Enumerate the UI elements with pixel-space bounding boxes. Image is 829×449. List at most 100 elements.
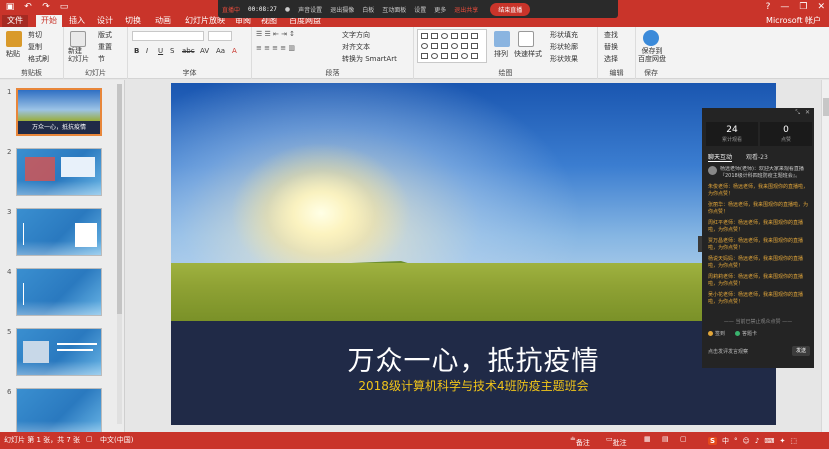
settings-button[interactable]: 设置 xyxy=(414,5,426,14)
minimize-icon[interactable]: — xyxy=(780,1,789,13)
smartart-button[interactable]: 转换为 SmartArt xyxy=(342,54,397,64)
chat-collapse-handle[interactable] xyxy=(698,236,702,252)
change-case-button[interactable]: Aa xyxy=(216,47,225,55)
undo-icon[interactable]: ↶ xyxy=(22,1,34,13)
sound-settings-button[interactable]: 声音设置 xyxy=(298,5,322,14)
tab-transitions[interactable]: 切换 xyxy=(120,15,146,27)
text-direction-button[interactable]: 文字方向 xyxy=(342,30,370,40)
punctuation-icon[interactable]: ° xyxy=(734,437,738,445)
skin-icon[interactable]: ⬚ xyxy=(790,437,797,445)
end-live-button[interactable]: 结束直播 xyxy=(490,2,531,16)
align-icons[interactable]: ≡ ≡ ≡ ≡ ▥ xyxy=(256,44,295,52)
strikethrough-button[interactable]: abc xyxy=(182,47,195,55)
font-size-combo[interactable] xyxy=(208,31,232,41)
help-icon[interactable]: ? xyxy=(766,1,771,13)
sogou-ime-icon[interactable]: S xyxy=(708,436,718,445)
keyboard-icon[interactable]: ⌨ xyxy=(764,437,774,445)
tab-animations[interactable]: 动画 xyxy=(150,15,176,27)
slide-title[interactable]: 万众一心，抵抗疫情 xyxy=(171,339,776,378)
underline-button[interactable]: U xyxy=(158,47,163,55)
mic-icon[interactable]: ● xyxy=(285,6,290,13)
cut-button[interactable]: 剪切 xyxy=(28,30,42,40)
select-button[interactable]: 选择 xyxy=(604,54,618,64)
arrange-button[interactable]: 排列 xyxy=(494,49,508,59)
shape-effects-button[interactable]: 形状效果 xyxy=(550,54,578,64)
clipboard-label: 剪贴板 xyxy=(21,69,42,77)
tab-file[interactable]: 文件 xyxy=(2,15,28,27)
comments-button[interactable]: ▭ 批注 xyxy=(606,435,627,447)
tab-chat[interactable]: 聊天互动 xyxy=(708,152,733,162)
quick-styles-icon[interactable] xyxy=(518,31,534,47)
tab-viewers[interactable]: 观看-23 xyxy=(746,152,768,162)
quick-styles-button[interactable]: 快速样式 xyxy=(514,49,542,59)
slideshow-icon[interactable]: ▭ xyxy=(58,1,70,13)
slide-thumbnail-2[interactable] xyxy=(16,148,102,196)
copy-button[interactable]: 复制 xyxy=(28,42,42,52)
chat-minimize-icon[interactable]: ⤡ xyxy=(795,109,800,117)
paste-icon[interactable] xyxy=(6,31,22,47)
view-normal-icon[interactable]: ▦ xyxy=(644,435,651,443)
layout-button[interactable]: 版式 xyxy=(98,30,112,40)
more-button[interactable]: 更多 xyxy=(434,5,446,14)
chat-input[interactable]: 点击发评发言观察 xyxy=(708,348,748,355)
send-button[interactable]: 发送 xyxy=(792,346,810,356)
emoji-icon[interactable]: ☺ xyxy=(743,437,750,445)
quick-access-toolbar: ▣ ↶ ↷ ▭ xyxy=(4,1,70,13)
chat-tabs: 聊天互动 观看-23 xyxy=(708,152,768,162)
exit-camera-button[interactable]: 退出摄像 xyxy=(330,5,354,14)
align-text-button[interactable]: 对齐文本 xyxy=(342,42,370,52)
slide-scrollbar[interactable] xyxy=(821,80,829,432)
find-button[interactable]: 查找 xyxy=(604,30,618,40)
tab-insert[interactable]: 插入 xyxy=(64,15,90,27)
close-icon[interactable]: ✕ xyxy=(817,1,825,13)
slide-thumbnail-4[interactable] xyxy=(16,268,102,316)
shadow-button[interactable]: S xyxy=(170,47,174,55)
arrange-icon[interactable] xyxy=(494,31,510,47)
slide-thumbnail-6[interactable] xyxy=(16,388,102,436)
restore-icon[interactable]: ❐ xyxy=(799,1,807,13)
chat-close-icon[interactable]: ✕ xyxy=(805,109,810,116)
whiteboard-button[interactable]: 白板 xyxy=(362,5,374,14)
checkin-option[interactable]: 签到 xyxy=(708,330,725,337)
voice-icon[interactable]: ♪ xyxy=(755,437,759,445)
section-button[interactable]: 节 xyxy=(98,54,105,64)
view-reading-icon[interactable]: ▢ xyxy=(680,435,687,443)
bullets-icon[interactable]: ☰ ☰ ⇤ ⇥ ↕ xyxy=(256,30,295,38)
tray-settings-icon[interactable]: ✦ xyxy=(779,437,785,445)
shape-outline-button[interactable]: 形状轮廓 xyxy=(550,42,578,52)
slide-thumbnail-1[interactable]: 万众一心，抵抗疫情 xyxy=(16,88,102,136)
new-slide-icon[interactable] xyxy=(70,31,86,47)
char-spacing-button[interactable]: AV xyxy=(200,47,209,55)
shape-fill-button[interactable]: 形状填充 xyxy=(550,30,578,40)
font-family-combo[interactable] xyxy=(132,31,204,41)
shapes-gallery[interactable] xyxy=(417,29,487,63)
view-sorter-icon[interactable]: ▤ xyxy=(662,435,669,443)
tab-design[interactable]: 设计 xyxy=(92,15,118,27)
slide-thumbnail-3[interactable] xyxy=(16,208,102,256)
new-slide-button[interactable]: 新建 幻灯片 xyxy=(68,47,89,63)
exit-share-button[interactable]: 退出共享 xyxy=(454,5,478,14)
bold-button[interactable]: B xyxy=(134,47,139,55)
interaction-panel-button[interactable]: 互动面板 xyxy=(382,5,406,14)
thumbnail-scrollbar[interactable] xyxy=(117,84,122,424)
answer-card-option[interactable]: 答题卡 xyxy=(735,330,757,337)
slide-thumbnail-5[interactable] xyxy=(16,328,102,376)
notes-button[interactable]: ≐ 备注 xyxy=(570,435,590,447)
slide-subtitle[interactable]: 2018级计算机科学与技术4班防疫主题班会 xyxy=(171,377,776,394)
tab-home[interactable]: 开始 xyxy=(36,15,62,27)
save-to-baidu-button[interactable]: 保存到 百度网盘 xyxy=(638,47,666,63)
format-painter-button[interactable]: 格式刷 xyxy=(28,54,49,64)
replace-button[interactable]: 替换 xyxy=(604,42,618,52)
save-icon[interactable]: ▣ xyxy=(4,1,16,13)
italic-button[interactable]: I xyxy=(146,47,148,55)
baidu-cloud-icon[interactable] xyxy=(643,30,659,46)
ime-mode-indicator[interactable]: 中 xyxy=(722,436,729,446)
reset-button[interactable]: 重置 xyxy=(98,42,112,52)
current-slide[interactable]: 万众一心，抵抗疫情 2018级计算机科学与技术4班防疫主题班会 xyxy=(171,83,776,425)
account-label[interactable]: Microsoft 帐户 xyxy=(766,15,821,26)
spellcheck-icon[interactable]: ▢ xyxy=(86,435,93,443)
paste-button[interactable]: 粘贴 xyxy=(6,49,20,59)
language-indicator[interactable]: 中文(中国) xyxy=(100,435,133,445)
redo-icon[interactable]: ↷ xyxy=(40,1,52,13)
font-color-button[interactable]: A xyxy=(232,47,237,55)
